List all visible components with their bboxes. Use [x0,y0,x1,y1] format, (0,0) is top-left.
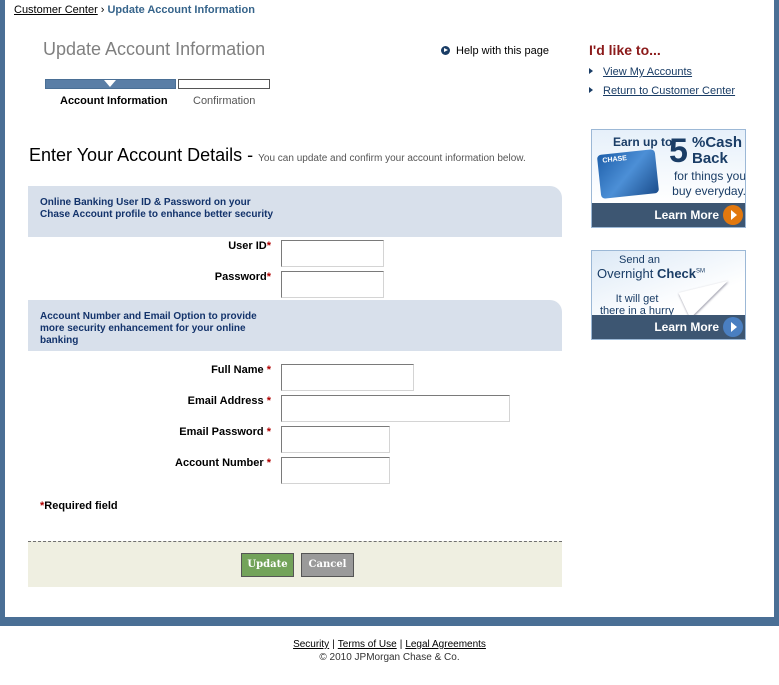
sidebar-item-return-customer-center: Return to Customer Center [589,85,735,97]
email-password-label-text: Email Password [179,426,264,438]
full-name-required-mark: * [266,364,271,376]
frame-bottom-border [0,617,779,626]
sidebar-item-view-accounts: View My Accounts [589,66,692,78]
account-number-label: Account Number * [150,457,271,469]
help-link-label: Help with this page [456,45,549,57]
overnight-learn-more-label: Learn More [654,320,719,334]
email-password-required-mark: * [266,426,271,438]
security-link[interactable]: Security [293,639,329,650]
credit-card-image: CHASE [596,149,660,199]
cashback-ad-number: 5 [669,132,688,170]
credentials-panel-text: Online Banking User ID & Password on you… [40,197,274,220]
footer-links: Security | Terms of Use | Legal Agreements [0,639,779,650]
overnight-check-ad[interactable]: Send an Overnight CheckSM It will get th… [591,250,746,340]
section-heading-subtitle: You can update and confirm your account … [258,153,526,164]
password-required-mark: * [266,271,271,283]
overnight-learn-more-bar[interactable]: Learn More [592,315,745,339]
step-indicator-arrow-icon [104,80,116,87]
account-number-required-mark: * [266,457,271,469]
cashback-ad-percent-cash: %Cash [692,134,743,151]
password-input[interactable] [281,271,384,298]
email-password-label: Email Password * [150,426,271,438]
section-heading-dash: - [247,145,254,165]
user-id-label-text: User ID [228,240,267,252]
overnight-ad-send-text: Send an [619,254,660,266]
email-password-input[interactable] [281,426,390,453]
breadcrumb: Customer Center › Update Account Informati… [14,4,255,16]
account-panel: Account Number and Email Option to provi… [28,300,562,351]
copyright: © 2010 JPMorgan Chase & Co. [319,652,460,663]
page-title: Update Account Information [43,39,266,59]
view-my-accounts-link[interactable]: View My Accounts [603,66,692,78]
card-logo-text: CHASE [602,155,628,165]
overnight-ad-service-mark: SM [696,268,706,275]
account-number-label-text: Account Number [175,457,264,469]
overnight-ad-overnight: Overnight [597,266,654,281]
arrow-circle-orange-icon [723,205,743,225]
help-link[interactable]: Help with this page [441,45,549,57]
terms-of-use-link[interactable]: Terms of Use [338,639,397,650]
password-label-text: Password [214,271,267,283]
section-heading: Enter Your Account Details - You can updat… [29,145,526,166]
email-address-label: Email Address * [150,395,271,407]
update-button[interactable]: Update [241,553,294,577]
step-label-confirmation: Confirmation [193,95,256,107]
account-panel-text: Account Number and Email Option to provi… [40,311,257,346]
cashback-ad-cash: %Cash Back [692,135,742,167]
arrow-circle-blue-icon [723,317,743,337]
legal-agreements-link[interactable]: Legal Agreements [405,639,486,650]
cashback-ad-subtext: for things you buy everyday. [672,169,746,198]
step-progress-inactive [178,79,270,89]
return-to-customer-center-link[interactable]: Return to Customer Center [603,85,735,97]
user-id-label: User ID* [150,240,271,252]
required-note-text: Required field [44,500,118,512]
full-name-label-text: Full Name [211,364,264,376]
overnight-ad-will: It will get [615,293,659,305]
breadcrumb-current: Update Account Information [107,4,255,16]
credentials-panel: Online Banking User ID & Password on you… [28,186,562,237]
cashback-ad-back: Back [692,150,728,167]
account-number-input[interactable] [281,457,390,484]
breadcrumb-separator: › [100,4,105,16]
full-name-input[interactable] [281,364,414,391]
play-bullet-icon [441,46,450,55]
footer-separator: | [399,639,403,650]
email-address-required-mark: * [266,395,271,407]
user-id-input[interactable] [281,240,384,267]
button-area: Update Cancel [28,541,562,587]
cancel-button[interactable]: Cancel [301,553,354,577]
email-address-label-text: Email Address [187,395,264,407]
cashback-learn-more-bar[interactable]: Learn More [592,203,745,227]
cashback-ad-top-text: Earn up to [613,135,673,149]
breadcrumb-home-link[interactable]: Customer Center [14,4,98,16]
frame-right-border [774,0,779,625]
step-label-account-information: Account Information [60,95,168,107]
footer-separator: | [332,639,335,650]
triangle-bullet-icon [589,87,593,93]
overnight-ad-subtext: It will get there in a hurry [600,293,674,317]
cashback-ad[interactable]: CHASE Earn up to 5 %Cash Back for things… [591,129,746,228]
password-label: Password* [150,271,271,283]
section-heading-title: Enter Your Account Details [29,145,243,165]
overnight-ad-title: Overnight CheckSM [597,266,705,281]
user-id-required-mark: * [266,240,271,252]
triangle-bullet-icon [589,68,593,74]
overnight-ad-check: Check [657,266,697,281]
sidebar-title: I'd like to... [589,42,661,58]
full-name-label: Full Name * [150,364,271,376]
cashback-learn-more-label: Learn More [654,208,719,222]
email-address-input[interactable] [281,395,510,422]
frame-left-border [0,0,5,625]
required-field-note: *Required field [40,500,118,512]
